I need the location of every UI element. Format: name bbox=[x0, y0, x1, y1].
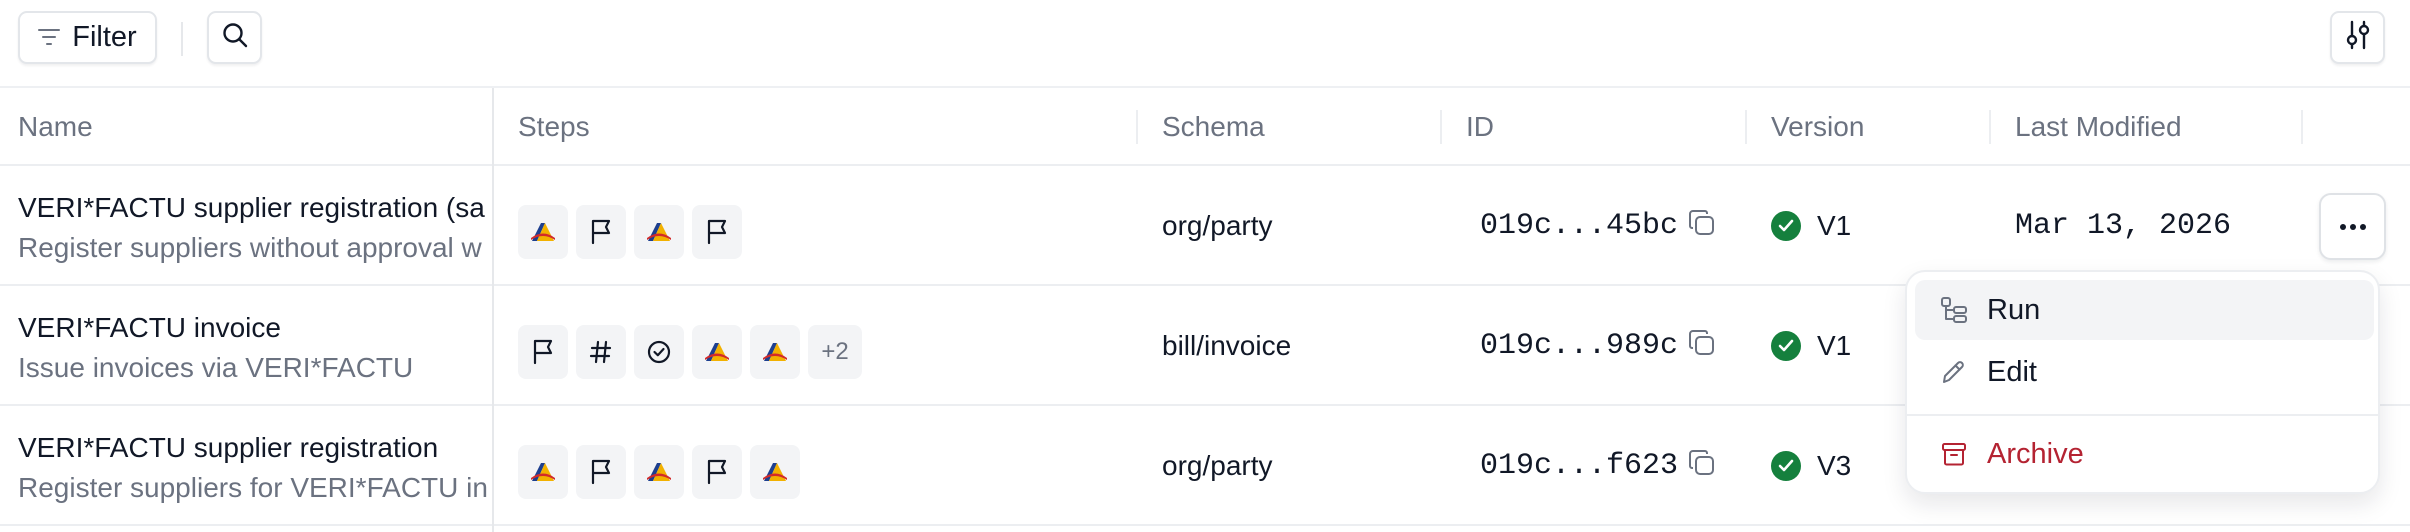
search-icon bbox=[221, 21, 249, 54]
aeat-logo-icon bbox=[634, 445, 684, 499]
toolbar-divider bbox=[181, 22, 183, 56]
flag-icon bbox=[518, 325, 568, 379]
archive-icon bbox=[1939, 439, 1969, 469]
column-divider[interactable] bbox=[1745, 110, 1747, 144]
menu-item-label: Edit bbox=[1987, 355, 2037, 388]
flag-icon bbox=[692, 445, 742, 499]
name-cell: VERI*FACTU supplier registration Registe… bbox=[18, 428, 492, 508]
aeat-logo-icon bbox=[750, 325, 800, 379]
last-modified-cell: Mar 13, 2026 bbox=[2015, 209, 2232, 243]
copy-icon[interactable] bbox=[1688, 329, 1716, 364]
check-circle-icon bbox=[1771, 451, 1801, 481]
pencil-icon bbox=[1939, 357, 1969, 387]
search-button[interactable] bbox=[207, 11, 262, 64]
menu-item-label: Run bbox=[1987, 293, 2041, 326]
column-settings-button[interactable] bbox=[2330, 11, 2385, 64]
version-cell: V1 bbox=[1771, 286, 1851, 406]
copy-icon[interactable] bbox=[1688, 449, 1716, 484]
column-header-last-modified[interactable]: Last Modified bbox=[2015, 88, 2182, 166]
menu-item-label: Archive bbox=[1987, 437, 2084, 470]
menu-divider bbox=[1907, 414, 2378, 416]
frozen-column-divider bbox=[492, 88, 494, 532]
column-divider[interactable] bbox=[1136, 110, 1138, 144]
version-cell: V1 bbox=[1771, 166, 1851, 286]
sliders-icon bbox=[2344, 20, 2372, 55]
id-cell: 019c...f623 bbox=[1480, 406, 1716, 526]
schema-cell: org/party bbox=[1162, 450, 1273, 481]
id-value: 019c...45bc bbox=[1480, 209, 1679, 243]
workflow-name[interactable]: VERI*FACTU supplier registration (sa bbox=[18, 188, 492, 228]
check-circle-icon bbox=[1771, 331, 1801, 361]
column-header-steps[interactable]: Steps bbox=[518, 88, 590, 166]
table-row[interactable]: VERI*FACTU supplier registration (sa Reg… bbox=[0, 166, 2410, 286]
workflow-description: Issue invoices via VERI*FACTU bbox=[18, 352, 414, 383]
schema-cell: bill/invoice bbox=[1162, 330, 1292, 361]
flag-icon bbox=[576, 445, 626, 499]
id-value: 019c...f623 bbox=[1480, 449, 1679, 483]
flag-icon bbox=[692, 205, 742, 259]
id-cell: 019c...45bc bbox=[1480, 166, 1716, 286]
version-label: V3 bbox=[1817, 450, 1852, 481]
row-actions-button[interactable] bbox=[2319, 193, 2386, 260]
row-actions-menu: Run Edit Archive bbox=[1905, 270, 2380, 494]
workflow-description: Register suppliers without approval w bbox=[18, 232, 482, 263]
name-cell: VERI*FACTU invoice Issue invoices via VE… bbox=[18, 308, 492, 388]
more-horizontal-icon bbox=[2339, 218, 2367, 236]
check-circle-icon bbox=[634, 325, 684, 379]
id-cell: 019c...989c bbox=[1480, 286, 1716, 406]
id-value: 019c...989c bbox=[1480, 329, 1679, 363]
schema-cell: org/party bbox=[1162, 210, 1273, 241]
column-header-id[interactable]: ID bbox=[1466, 88, 1494, 166]
copy-icon[interactable] bbox=[1688, 209, 1716, 244]
aeat-logo-icon bbox=[634, 205, 684, 259]
aeat-logo-icon bbox=[692, 325, 742, 379]
menu-item-run[interactable]: Run bbox=[1915, 280, 2374, 340]
filter-button[interactable]: Filter bbox=[18, 11, 157, 64]
hash-icon bbox=[576, 325, 626, 379]
filter-label: Filter bbox=[72, 21, 137, 53]
version-label: V1 bbox=[1817, 330, 1852, 361]
aeat-logo-icon bbox=[518, 445, 568, 499]
name-cell: VERI*FACTU supplier registration (sa Reg… bbox=[18, 188, 492, 268]
toolbar: Filter bbox=[0, 0, 2410, 88]
column-header-name[interactable]: Name bbox=[18, 88, 93, 166]
column-divider[interactable] bbox=[2301, 110, 2303, 144]
version-cell: V3 bbox=[1771, 406, 1851, 526]
flag-icon bbox=[576, 205, 626, 259]
filter-icon bbox=[38, 21, 61, 54]
aeat-logo-icon bbox=[750, 445, 800, 499]
column-header-version[interactable]: Version bbox=[1771, 88, 1864, 166]
check-circle-icon bbox=[1771, 211, 1801, 241]
column-divider[interactable] bbox=[1989, 110, 1991, 144]
menu-item-edit[interactable]: Edit bbox=[1915, 342, 2374, 402]
steps-list bbox=[518, 205, 742, 259]
more-steps-badge[interactable]: +2 bbox=[808, 325, 862, 379]
table-header: Name Steps Schema ID Version Last Modifi… bbox=[0, 88, 2410, 166]
column-divider[interactable] bbox=[1440, 110, 1442, 144]
steps-list: +2 bbox=[518, 325, 862, 379]
workflow-icon bbox=[1939, 295, 1969, 325]
column-header-schema[interactable]: Schema bbox=[1162, 88, 1265, 166]
aeat-logo-icon bbox=[518, 205, 568, 259]
workflow-name[interactable]: VERI*FACTU supplier registration bbox=[18, 428, 492, 468]
steps-list bbox=[518, 445, 800, 499]
menu-item-archive[interactable]: Archive bbox=[1915, 424, 2374, 484]
workflow-description: Register suppliers for VERI*FACTU in bbox=[18, 472, 488, 503]
workflow-name[interactable]: VERI*FACTU invoice bbox=[18, 308, 492, 348]
version-label: V1 bbox=[1817, 210, 1852, 241]
